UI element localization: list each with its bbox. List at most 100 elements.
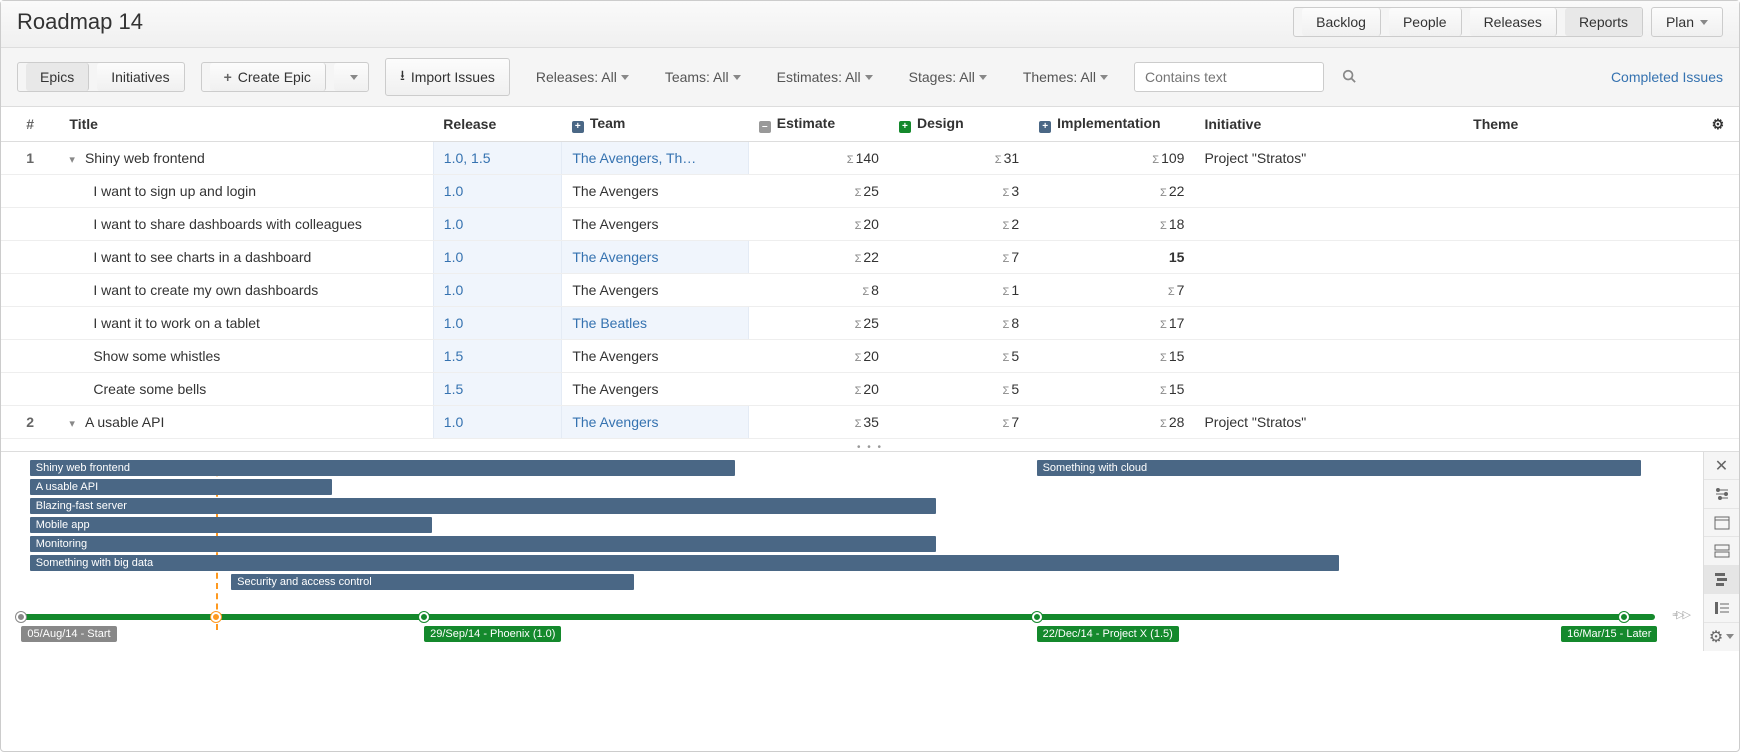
nav-reports[interactable]: Reports	[1565, 8, 1642, 36]
toolbar: Epics Initiatives + Create Epic ⭳ Import…	[1, 48, 1739, 107]
create-epic-button[interactable]: + Create Epic	[210, 63, 326, 91]
view-split-button[interactable]	[1704, 537, 1739, 565]
story-title[interactable]: I want to sign up and login	[59, 175, 433, 208]
epic-row[interactable]: 2▾A usable API1.0The AvengersΣ35Σ7Σ28Pro…	[1, 406, 1739, 439]
col-initiative[interactable]: Initiative	[1194, 107, 1463, 142]
col-theme[interactable]: Theme	[1463, 107, 1697, 142]
view-gantt-button[interactable]	[1704, 566, 1739, 594]
row-gear	[1697, 406, 1739, 439]
epic-row[interactable]: 1▾Shiny web frontend1.0, 1.5The Avengers…	[1, 142, 1739, 175]
gantt-bar[interactable]: Something with cloud	[1037, 460, 1641, 476]
team-cell[interactable]: The Avengers	[562, 208, 749, 241]
chevron-down-icon[interactable]: ▾	[69, 418, 75, 430]
view-list-button[interactable]	[1704, 594, 1739, 622]
milestone-dot[interactable]	[419, 612, 429, 622]
col-team[interactable]: +Team	[562, 107, 749, 142]
gantt-bar[interactable]: Something with big data	[30, 555, 1339, 571]
story-title[interactable]: Show some whistles	[59, 340, 433, 373]
story-title[interactable]: I want to create my own dashboards	[59, 274, 433, 307]
story-row[interactable]: Show some whistles1.5The AvengersΣ20Σ5Σ1…	[1, 340, 1739, 373]
gantt-bar[interactable]: Blazing-fast server	[30, 498, 936, 514]
initiative-cell: Project "Stratos"	[1194, 406, 1463, 439]
design-cell: Σ3	[889, 175, 1029, 208]
milestone-dot[interactable]	[1032, 612, 1042, 622]
story-row[interactable]: I want it to work on a tablet1.0The Beat…	[1, 307, 1739, 340]
gantt-bar[interactable]: Shiny web frontend	[30, 460, 735, 476]
team-cell[interactable]: The Avengers	[562, 175, 749, 208]
release-cell[interactable]: 1.0	[433, 307, 562, 340]
plan-dropdown[interactable]: Plan	[1651, 7, 1723, 37]
team-cell[interactable]: The Beatles	[562, 307, 749, 340]
gantt-bar[interactable]: Monitoring	[30, 536, 936, 552]
story-row[interactable]: I want to share dashboards with colleagu…	[1, 208, 1739, 241]
create-epic-group: + Create Epic	[201, 62, 369, 92]
col-title[interactable]: Title	[59, 107, 433, 142]
gantt-bar[interactable]: A usable API	[30, 479, 332, 495]
chevron-down-icon[interactable]: ▾	[69, 154, 75, 166]
release-cell[interactable]: 1.0	[433, 274, 562, 307]
chevron-down-icon	[1700, 20, 1708, 25]
nav-people[interactable]: People	[1389, 8, 1462, 36]
timeline-settings-button[interactable]: ⚙	[1704, 623, 1739, 651]
completed-issues-link[interactable]: Completed Issues	[1611, 69, 1723, 85]
release-cell[interactable]: 1.0	[433, 175, 562, 208]
col-settings[interactable]: ⚙	[1697, 107, 1739, 142]
story-row[interactable]: I want to create my own dashboards1.0The…	[1, 274, 1739, 307]
release-cell[interactable]: 1.0	[433, 208, 562, 241]
import-issues-button[interactable]: ⭳ Import Issues	[385, 58, 510, 96]
story-title[interactable]: I want to share dashboards with colleagu…	[59, 208, 433, 241]
milestone-dot[interactable]	[16, 612, 26, 622]
release-cell[interactable]: 1.0	[433, 406, 562, 439]
implementation-cell: 15	[1029, 241, 1194, 274]
story-row[interactable]: I want to sign up and login1.0The Avenge…	[1, 175, 1739, 208]
view-initiatives[interactable]: Initiatives	[97, 63, 183, 91]
design-cell: Σ5	[889, 373, 1029, 406]
team-cell[interactable]: The Avengers	[562, 340, 749, 373]
team-cell[interactable]: The Avengers	[562, 373, 749, 406]
search-icon[interactable]	[1342, 69, 1356, 86]
close-timeline-button[interactable]: ✕	[1704, 452, 1739, 480]
team-cell[interactable]: The Avengers	[562, 241, 749, 274]
minus-icon: –	[759, 121, 771, 133]
col-estimate[interactable]: –Estimate	[749, 107, 889, 142]
nav-backlog[interactable]: Backlog	[1302, 8, 1381, 36]
view-epics[interactable]: Epics	[26, 63, 89, 91]
release-cell[interactable]: 1.0, 1.5	[433, 142, 562, 175]
filter-themes[interactable]: Themes: All	[1013, 63, 1118, 91]
filter-stages[interactable]: Stages: All	[899, 63, 997, 91]
col-design[interactable]: +Design	[889, 107, 1029, 142]
search-input[interactable]	[1134, 62, 1324, 92]
story-row[interactable]: Create some bells1.5The AvengersΣ20Σ5Σ15	[1, 373, 1739, 406]
create-epic-dropdown[interactable]	[334, 63, 368, 91]
plus-icon: +	[572, 121, 584, 133]
story-title[interactable]: I want to see charts in a dashboard	[59, 241, 433, 274]
col-num[interactable]: #	[1, 107, 59, 142]
implementation-cell: Σ7	[1029, 274, 1194, 307]
milestone-label: 05/Aug/14 - Start	[21, 626, 116, 642]
team-cell[interactable]: The Avengers	[562, 406, 749, 439]
release-cell[interactable]: 1.0	[433, 241, 562, 274]
epic-title[interactable]: ▾A usable API	[59, 406, 433, 439]
scroll-arrows[interactable]: ▫▫▷▷	[1672, 608, 1689, 621]
release-cell[interactable]: 1.5	[433, 340, 562, 373]
view-columns-button[interactable]	[1704, 509, 1739, 537]
story-row[interactable]: I want to see charts in a dashboard1.0Th…	[1, 241, 1739, 274]
story-title[interactable]: Create some bells	[59, 373, 433, 406]
filter-releases[interactable]: Releases: All	[526, 63, 639, 91]
team-cell[interactable]: The Avengers, Th…	[562, 142, 749, 175]
gantt-bar[interactable]: Security and access control	[231, 574, 634, 590]
filter-estimates[interactable]: Estimates: All	[767, 63, 883, 91]
col-implementation[interactable]: +Implementation	[1029, 107, 1194, 142]
epic-title[interactable]: ▾Shiny web frontend	[59, 142, 433, 175]
view-config-button[interactable]	[1704, 480, 1739, 508]
col-release[interactable]: Release	[433, 107, 562, 142]
gantt-bar[interactable]: Mobile app	[30, 517, 433, 533]
filter-teams[interactable]: Teams: All	[655, 63, 751, 91]
release-cell[interactable]: 1.5	[433, 373, 562, 406]
team-cell[interactable]: The Avengers	[562, 274, 749, 307]
chevron-down-icon	[733, 75, 741, 80]
story-title[interactable]: I want it to work on a tablet	[59, 307, 433, 340]
axis-line	[23, 614, 1655, 620]
nav-releases[interactable]: Releases	[1470, 8, 1557, 36]
milestone-dot[interactable]	[1619, 612, 1629, 622]
